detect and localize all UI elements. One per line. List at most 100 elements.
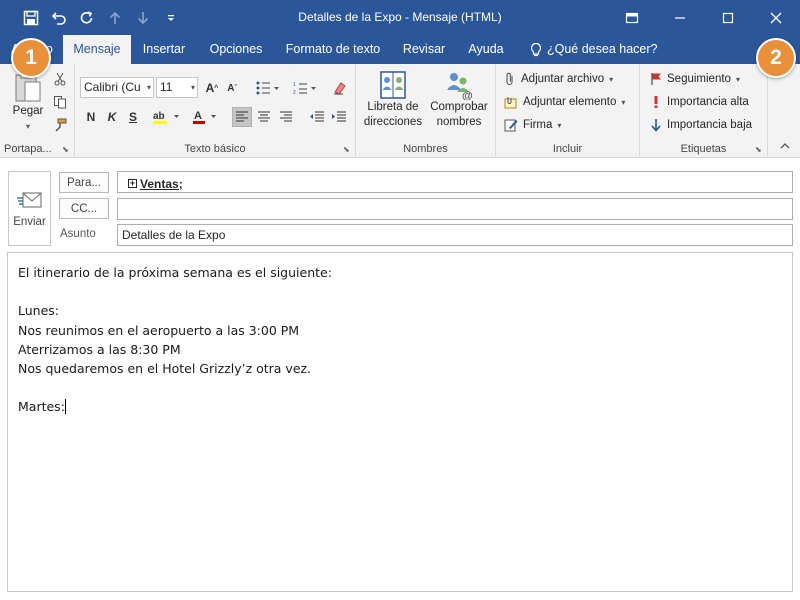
window-controls bbox=[608, 0, 800, 35]
callout-badge: 2 bbox=[756, 38, 796, 78]
align-right-icon[interactable] bbox=[276, 107, 296, 127]
svg-text:1: 1 bbox=[293, 82, 296, 88]
attach-file-label: Adjuntar archivo bbox=[521, 73, 605, 85]
group-tags: Seguimiento ▾ Importancia alta Importanc… bbox=[640, 64, 768, 158]
font-size-combo[interactable]: 11 ▾ bbox=[156, 77, 198, 98]
signature-button[interactable]: Firma ▾ bbox=[504, 115, 561, 135]
svg-text:2: 2 bbox=[293, 90, 296, 95]
minimize-icon[interactable] bbox=[656, 0, 704, 35]
subject-field[interactable]: Detalles de la Expo bbox=[117, 224, 793, 246]
cc-field[interactable] bbox=[117, 198, 793, 220]
numbering-icon[interactable]: 12 bbox=[288, 78, 322, 98]
body-line: Lunes: bbox=[18, 303, 60, 319]
paste-dropdown-icon[interactable]: ▾ bbox=[26, 119, 30, 134]
attach-item-button[interactable]: Adjuntar elemento ▾ bbox=[504, 92, 625, 112]
align-left-icon[interactable] bbox=[232, 107, 252, 127]
tab-review[interactable]: Revisar bbox=[396, 35, 452, 64]
exclamation-icon bbox=[654, 96, 658, 108]
underline-button[interactable]: S bbox=[123, 107, 143, 127]
attach-item-icon bbox=[504, 97, 517, 109]
chevron-down-icon: ▾ bbox=[735, 74, 740, 84]
decrease-indent-icon[interactable] bbox=[307, 107, 327, 127]
high-importance-button[interactable]: Importancia alta bbox=[650, 92, 749, 112]
increase-indent-icon[interactable] bbox=[329, 107, 349, 127]
body-line bbox=[18, 378, 782, 397]
chevron-down-icon: ▾ bbox=[557, 120, 562, 130]
to-button[interactable]: Para... bbox=[59, 172, 109, 193]
check-names-icon: @ bbox=[447, 73, 473, 100]
copy-icon[interactable] bbox=[50, 92, 70, 112]
down-arrow-icon bbox=[651, 119, 661, 132]
grow-font-icon[interactable]: A ^ bbox=[202, 78, 222, 98]
tags-launcher-icon[interactable]: ⬊ bbox=[755, 145, 764, 154]
save-icon[interactable] bbox=[20, 7, 42, 29]
format-painter-icon[interactable] bbox=[50, 115, 70, 135]
attach-file-button[interactable]: Adjuntar archivo ▾ bbox=[504, 69, 613, 89]
send-icon bbox=[16, 192, 41, 207]
shrink-font-icon[interactable]: Aˇ bbox=[222, 78, 242, 98]
svg-text:ab: ab bbox=[153, 111, 165, 122]
cc-button[interactable]: CC... bbox=[59, 198, 109, 219]
address-book-label: Libreta de direcciones bbox=[363, 101, 423, 128]
customize-qat-icon[interactable] bbox=[160, 7, 182, 29]
text-cursor bbox=[64, 399, 66, 415]
tags-group-label: Etiquetas bbox=[680, 143, 727, 155]
italic-button[interactable]: K bbox=[102, 107, 122, 127]
font-color-icon[interactable]: A bbox=[189, 107, 223, 127]
check-names-button[interactable]: @ Comprobar nombres bbox=[426, 70, 492, 130]
bullets-icon[interactable] bbox=[251, 78, 285, 98]
tab-insert[interactable]: Insertar bbox=[133, 35, 195, 64]
tab-help[interactable]: Ayuda bbox=[460, 35, 512, 64]
up-arrow-icon[interactable] bbox=[104, 7, 126, 29]
redo-icon[interactable] bbox=[76, 7, 98, 29]
expand-group-icon[interactable]: + bbox=[128, 179, 137, 188]
collapse-ribbon-icon[interactable] bbox=[780, 142, 790, 153]
clear-formatting-icon[interactable] bbox=[330, 78, 350, 98]
basic-text-group-label: Texto básico bbox=[184, 143, 246, 155]
names-group-label: Nombres bbox=[403, 143, 448, 155]
compose-area: Enviar Para... + Ventas; CC... Asunto De… bbox=[0, 159, 800, 600]
flag-icon bbox=[651, 73, 661, 85]
font-name-combo[interactable]: Calibri (Cu ▾ bbox=[80, 77, 154, 98]
paste-button[interactable]: Pegar ▾ bbox=[8, 70, 48, 134]
check-names-label: Comprobar nombres bbox=[430, 101, 488, 128]
body-line-text: Martes: bbox=[18, 399, 65, 415]
down-arrow-icon[interactable] bbox=[132, 7, 154, 29]
address-book-button[interactable]: Libreta de direcciones bbox=[360, 70, 426, 130]
group-basic-text: Calibri (Cu ▾ 11 ▾ A^ Aˇ 12 N K S ab A bbox=[75, 64, 356, 158]
close-icon[interactable] bbox=[752, 0, 800, 35]
basic-text-launcher-icon[interactable]: ⬊ bbox=[343, 145, 352, 154]
low-importance-button[interactable]: Importancia baja bbox=[650, 115, 752, 135]
clipboard-launcher-icon[interactable]: ⬊ bbox=[62, 145, 71, 154]
body-line: Aterrizamos a las 8:30 PM bbox=[18, 341, 181, 357]
recipient-name: Ventas; bbox=[140, 176, 183, 191]
chevron-down-icon: ▾ bbox=[190, 83, 195, 92]
send-button[interactable]: Enviar bbox=[8, 171, 51, 246]
ribbon-display-icon[interactable] bbox=[608, 0, 656, 35]
recipient-chip[interactable]: + Ventas; bbox=[122, 174, 183, 194]
signature-label: Firma bbox=[523, 119, 553, 131]
bold-button[interactable]: N bbox=[81, 107, 101, 127]
cut-icon[interactable] bbox=[50, 69, 70, 89]
follow-up-label: Seguimiento bbox=[667, 73, 731, 85]
to-field[interactable]: + Ventas; bbox=[117, 171, 793, 193]
group-include: Adjuntar archivo ▾ Adjuntar elemento ▾ F… bbox=[496, 64, 640, 158]
chevron-down-icon: ▾ bbox=[146, 83, 151, 92]
quick-access-toolbar bbox=[20, 7, 182, 29]
undo-icon[interactable] bbox=[48, 7, 70, 29]
font-size-value: 11 bbox=[160, 80, 173, 94]
tab-message[interactable]: Mensaje bbox=[63, 35, 131, 64]
maximize-icon[interactable] bbox=[704, 0, 752, 35]
lightbulb-icon bbox=[530, 42, 542, 56]
tab-options[interactable]: Opciones bbox=[200, 35, 272, 64]
align-center-icon[interactable] bbox=[254, 107, 274, 127]
font-name-value: Calibri (Cu bbox=[84, 80, 141, 94]
tab-format-text[interactable]: Formato de texto bbox=[279, 35, 387, 64]
highlight-color-icon[interactable]: ab bbox=[149, 107, 185, 127]
message-body[interactable]: El itinerario de la próxima semana es el… bbox=[7, 252, 793, 592]
follow-up-button[interactable]: Seguimiento ▾ bbox=[650, 69, 740, 89]
body-line-last: Martes: bbox=[18, 397, 782, 416]
tell-me-box[interactable]: ¿Qué desea hacer? bbox=[529, 35, 658, 64]
title-bar: Detalles de la Expo - Mensaje (HTML) bbox=[0, 0, 800, 35]
callout-badge: 1 bbox=[11, 38, 51, 78]
